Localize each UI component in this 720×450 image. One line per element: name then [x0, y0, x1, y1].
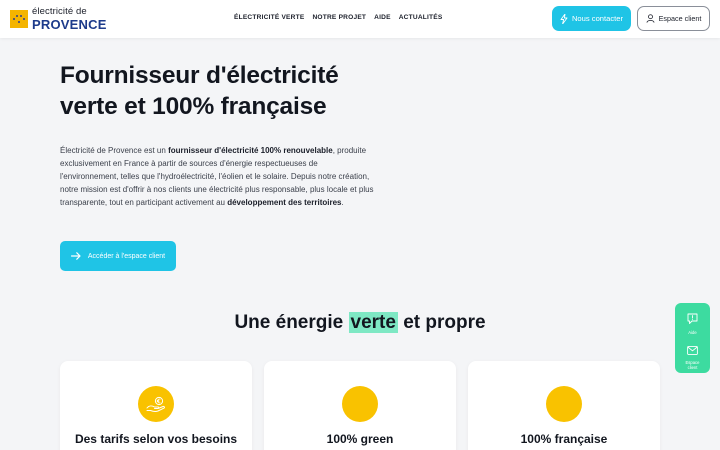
- brand-logo[interactable]: électricité de PROVENCE: [10, 6, 107, 32]
- hand-euro-icon: [146, 396, 165, 412]
- user-icon: [646, 14, 655, 23]
- section-title-pre: Une énergie: [234, 312, 349, 333]
- nav-item-aide[interactable]: AIDE: [374, 14, 391, 21]
- contact-button-label: Nous contacter: [571, 14, 624, 23]
- card-icon-circle: [342, 386, 378, 422]
- nav-item-notre-projet[interactable]: NOTRE PROJET: [312, 14, 366, 21]
- side-client-label-line2: client: [687, 365, 698, 370]
- arrow-right-icon: [70, 252, 81, 260]
- feature-card-tarifs: Des tarifs selon vos besoins: [60, 361, 252, 450]
- feature-card-francaise: 100% française: [468, 361, 660, 450]
- section-title-post: et propre: [397, 312, 486, 333]
- hero-text-part3: .: [341, 198, 344, 207]
- hero-description: Électricité de Provence est un fournisse…: [60, 144, 375, 209]
- access-button-label: Accéder à l'espace client: [87, 252, 166, 260]
- hero-text-part1: Électricité de Provence est un: [60, 146, 169, 155]
- hero-title: Fournisseur d'électricité verte et 100% …: [60, 60, 380, 122]
- card-title: 100% française: [520, 432, 608, 446]
- nav-item-actualites[interactable]: ACTUALITÉS: [399, 14, 443, 21]
- section-title: Une énergie verte et propre: [0, 312, 720, 334]
- nav-item-electricite-verte[interactable]: ÉLECTRICITÉ VERTE: [234, 14, 304, 21]
- lightning-icon: [560, 13, 568, 24]
- brand-line1: électricité de: [32, 6, 87, 18]
- hero-title-line2: verte et 100% française: [60, 93, 327, 120]
- feature-card-green: 100% green: [264, 361, 456, 450]
- brand-line2: PROVENCE: [32, 16, 107, 32]
- mail-icon: [687, 346, 698, 355]
- floating-side-widget: Aide Espace client: [675, 303, 710, 373]
- card-icon-circle: [138, 386, 174, 422]
- access-client-area-button[interactable]: Accéder à l'espace client: [60, 241, 176, 271]
- help-chat-icon: [687, 313, 698, 324]
- site-header: électricité de PROVENCE ÉLECTRICITÉ VERT…: [0, 0, 720, 38]
- side-client-area-button[interactable]: Espace client: [675, 342, 710, 370]
- client-area-button[interactable]: Espace client: [637, 6, 710, 31]
- section-title-highlight: verte: [348, 312, 398, 333]
- card-title: Des tarifs selon vos besoins: [74, 432, 238, 446]
- contact-button[interactable]: Nous contacter: [552, 6, 631, 31]
- hero-text-bold1: fournisseur d'électricité 100% renouvela…: [168, 146, 333, 155]
- client-area-button-label: Espace client: [658, 14, 702, 23]
- hero-title-line1: Fournisseur d'électricité: [60, 62, 339, 89]
- hero-text-bold2: développement des territoires: [227, 198, 342, 207]
- main-nav: ÉLECTRICITÉ VERTE NOTRE PROJET AIDE ACTU…: [234, 14, 442, 21]
- card-icon-circle: [546, 386, 582, 422]
- card-title: 100% green: [326, 432, 394, 446]
- side-help-button[interactable]: Aide: [675, 312, 710, 335]
- side-help-label: Aide: [688, 330, 697, 335]
- logo-mark-icon: [10, 10, 28, 28]
